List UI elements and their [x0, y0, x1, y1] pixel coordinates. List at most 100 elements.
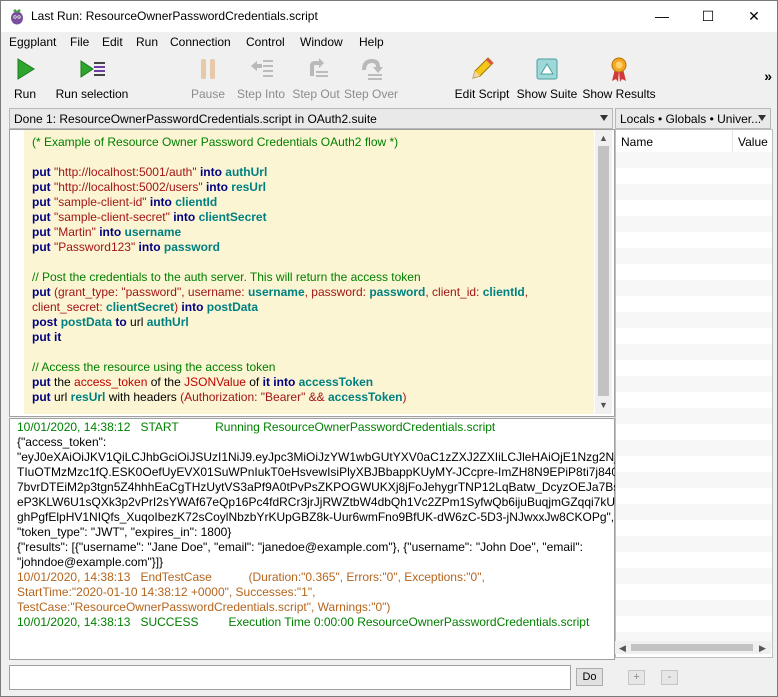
- show-suite-button[interactable]: Show Suite: [514, 54, 580, 101]
- scroll-down-icon[interactable]: ▼: [599, 400, 608, 410]
- code-token: (Authorization: "Bearer" &&: [180, 390, 328, 404]
- code-token: authUrl: [146, 315, 189, 329]
- eggplant-app-icon: [11, 9, 23, 25]
- code-token: "Password123": [50, 240, 136, 254]
- code-token: "sample-client-secret": [50, 210, 170, 224]
- step-over-button[interactable]: Step Over: [343, 54, 399, 101]
- remove-variable-button[interactable]: -: [661, 670, 678, 685]
- command-input[interactable]: [9, 665, 571, 690]
- log-line: 10/01/2020, 14:38:12 START Running Resou…: [17, 420, 495, 435]
- maximize-button[interactable]: ☐: [685, 1, 731, 32]
- log-line: "token_type": "JWT", "expires_in": 1800}: [17, 525, 231, 540]
- add-variable-button[interactable]: +: [628, 670, 645, 685]
- code-token: "sample-client-id": [50, 195, 147, 209]
- code-line: put "sample-client-secret" into clientSe…: [32, 210, 267, 225]
- run-output-log[interactable]: 10/01/2020, 14:38:12 START Running Resou…: [9, 418, 639, 660]
- do-button[interactable]: Do: [576, 668, 603, 686]
- step-over-label: Step Over: [343, 87, 399, 101]
- close-button[interactable]: ✕: [731, 1, 777, 32]
- code-line: put "Martin" into username: [32, 225, 181, 240]
- code-token: into: [196, 165, 226, 179]
- run-selection-label: Run selection: [55, 87, 129, 101]
- log-line: 10/01/2020, 14:38:13 EndTestCase (Durati…: [17, 570, 485, 585]
- script-editor[interactable]: (* Example of Resource Owner Password Cr…: [9, 129, 615, 417]
- script-selector-dropdown[interactable]: Done 1: ResourceOwnerPasswordCredentials…: [9, 108, 613, 129]
- code-token: (* Example of Resource Owner Password Cr…: [32, 135, 399, 149]
- toolbar-overflow-button[interactable]: »: [764, 68, 772, 84]
- code-line: put (grant_type: "password", username: u…: [32, 285, 528, 300]
- scroll-right-icon[interactable]: ▶: [759, 643, 766, 654]
- minimize-button[interactable]: —: [639, 1, 685, 32]
- code-line: put "Password123" into password: [32, 240, 220, 255]
- step-out-label: Step Out: [292, 87, 340, 101]
- run-button[interactable]: Run: [6, 54, 44, 101]
- column-header-name[interactable]: Name: [621, 135, 653, 149]
- code-token: username: [124, 225, 182, 239]
- code-token: "http://localhost:5001/auth": [50, 165, 197, 179]
- log-text: {"access_token":: [17, 435, 107, 449]
- code-line: put "sample-client-id" into clientId: [32, 195, 217, 210]
- log-text: "eyJ0eXAiOiJKV1QiLCJhbGciOiJSUzI1NiJ9.ey…: [17, 450, 640, 464]
- code-token: into: [202, 180, 232, 194]
- menu-eggplant[interactable]: Eggplant: [9, 35, 56, 49]
- variables-table-header: Name Value: [616, 130, 772, 153]
- code-token: ,: [524, 285, 529, 299]
- code-token: url: [50, 390, 71, 404]
- code-token: accessToken: [298, 375, 374, 389]
- log-text: TIuOTMzMzc1fQ.ESK0OefUyEVX01SuWPnIukT0eH…: [17, 465, 625, 479]
- menu-edit[interactable]: Edit: [102, 35, 123, 49]
- script-code-area[interactable]: (* Example of Resource Owner Password Cr…: [24, 130, 594, 414]
- column-divider[interactable]: [732, 130, 733, 152]
- code-token: "Martin": [50, 225, 96, 239]
- menu-control[interactable]: Control: [246, 35, 285, 49]
- menu-connection[interactable]: Connection: [170, 35, 231, 49]
- code-token: with headers: [105, 390, 181, 404]
- code-token: // Post the credentials to the auth serv…: [32, 270, 421, 284]
- log-line: TIuOTMzMzc1fQ.ESK0OefUyEVX01SuWPnIukT0eH…: [17, 465, 625, 480]
- scroll-left-icon[interactable]: ◀: [619, 643, 626, 654]
- menu-help[interactable]: Help: [359, 35, 384, 49]
- editor-scrollbar[interactable]: ▲ ▼: [595, 130, 612, 414]
- step-into-button[interactable]: Step Into: [235, 54, 287, 101]
- show-results-label: Show Results: [582, 87, 656, 101]
- step-out-button[interactable]: Step Out: [290, 54, 342, 101]
- code-token: resUrl: [231, 180, 266, 194]
- chevron-down-icon: [758, 115, 766, 121]
- log-text: 10/01/2020, 14:38:13 EndTestCase (Durati…: [17, 570, 485, 584]
- variables-panel[interactable]: Name Value: [615, 129, 773, 658]
- code-token: password: [369, 285, 426, 299]
- show-results-button[interactable]: Show Results: [582, 54, 656, 101]
- variables-scope-value: Locals • Globals • Univer...: [620, 112, 762, 126]
- eggplant-window: Last Run: ResourceOwnerPasswordCredentia…: [0, 0, 778, 697]
- code-token: put: [32, 375, 51, 389]
- variables-table-body[interactable]: [616, 152, 772, 657]
- code-token: clientId: [175, 195, 218, 209]
- variables-scrollbar-thumb[interactable]: [631, 644, 753, 651]
- editor-scrollbar-thumb[interactable]: [598, 146, 609, 396]
- menu-run[interactable]: Run: [136, 35, 158, 49]
- code-token: into: [95, 225, 125, 239]
- column-header-value[interactable]: Value: [738, 135, 768, 149]
- show-suite-label: Show Suite: [516, 87, 578, 101]
- code-token: put: [32, 225, 51, 239]
- menu-window[interactable]: Window: [300, 35, 343, 49]
- step-into-icon: [251, 60, 273, 77]
- code-token: put: [32, 330, 51, 344]
- pause-button[interactable]: Pause: [187, 54, 229, 101]
- run-selection-button[interactable]: Run selection: [51, 54, 133, 101]
- code-token: clientId: [482, 285, 525, 299]
- log-text: eP3KLW6U1sQXk3p2vPrI2sYWAf67eQp16Pc4fdRC…: [17, 495, 616, 509]
- code-token: clientSecret: [198, 210, 267, 224]
- variables-scope-dropdown[interactable]: Locals • Globals • Univer...: [615, 108, 771, 129]
- code-token: url: [130, 315, 147, 329]
- maximize-icon: ☐: [701, 8, 715, 24]
- edit-script-button[interactable]: Edit Script: [452, 54, 512, 101]
- scroll-up-icon[interactable]: ▲: [599, 133, 608, 143]
- menu-file[interactable]: File: [70, 35, 89, 49]
- code-token: , client_id:: [425, 285, 483, 299]
- run-selection-icon: [80, 60, 105, 78]
- code-token: authUrl: [225, 165, 268, 179]
- variables-horizontal-scrollbar[interactable]: ◀ ▶: [615, 641, 771, 654]
- code-line: post postData to url authUrl: [32, 315, 189, 330]
- code-token: of the: [147, 375, 185, 389]
